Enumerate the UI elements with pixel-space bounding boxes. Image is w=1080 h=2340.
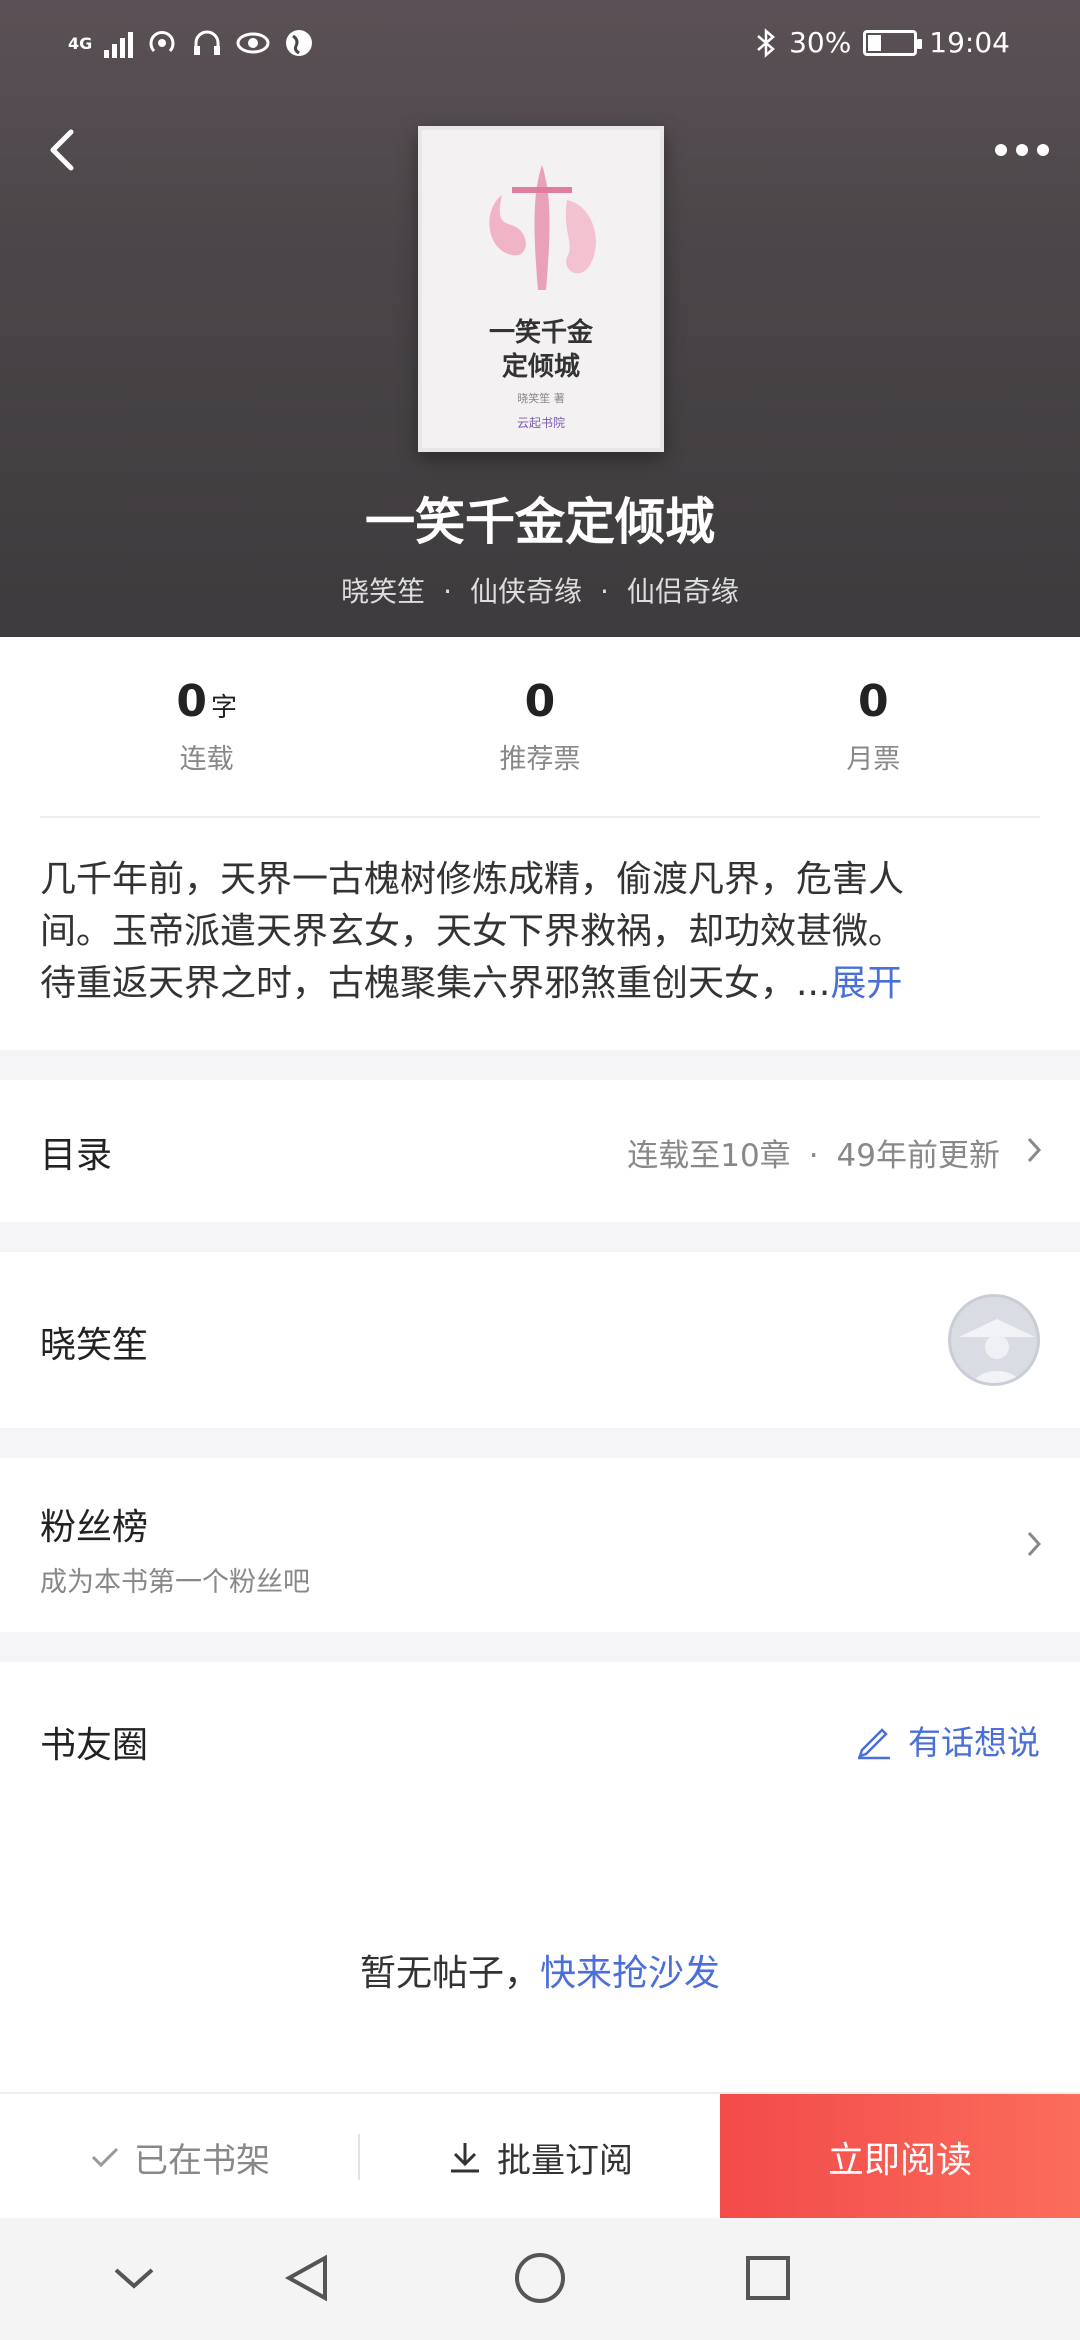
in-shelf-button[interactable]: 已在书架: [0, 2094, 360, 2220]
stat-words: 0字 连载: [176, 676, 237, 775]
cover-author: 晓笑笙 著: [517, 392, 565, 405]
cover-publisher: 云起书院: [516, 416, 565, 430]
book-cover[interactable]: 一笑千金 定倾城 晓笑笙 著 云起书院: [418, 126, 664, 452]
read-now-button[interactable]: 立即阅读: [720, 2094, 1080, 2220]
book-circle-section: 书友圈 有话想说 暂无帖子，快来抢沙发: [0, 1662, 1080, 2092]
author-row[interactable]: 晓笑笙: [0, 1252, 1080, 1428]
hotspot-icon: [149, 31, 175, 53]
network-label: 4G: [68, 33, 93, 53]
book-description: 几千年前，天界一古槐树修炼成精，偷渡凡界，危害人 间。玉帝派遣天界玄女，天女下界…: [40, 859, 905, 1004]
avatar-icon: [959, 1319, 1035, 1383]
square-recents-icon: [746, 2256, 790, 2300]
nav-hide-button[interactable]: [104, 2248, 164, 2308]
system-nav-bar: [0, 2218, 1080, 2340]
nav-back-button[interactable]: [278, 2248, 338, 2308]
status-bar: 4G 30% 19:04: [0, 0, 1080, 90]
catalog-title: 目录: [40, 1135, 113, 1176]
back-icon: [50, 129, 74, 171]
bottom-action-bar: 已在书架 批量订阅 立即阅读: [0, 2092, 1080, 2220]
section-gap: [0, 1632, 1080, 1662]
circle-home-icon: [515, 2253, 565, 2303]
stat-monthly[interactable]: 0 月票: [707, 676, 1040, 816]
batch-subscribe-button[interactable]: 批量订阅: [360, 2094, 720, 2220]
cover-title: 一笑千金 定倾城: [488, 318, 593, 382]
section-gap: [0, 1222, 1080, 1252]
book-meta: 晓笑笙 · 仙侠奇缘 · 仙侣奇缘: [341, 575, 739, 608]
cover-art: [489, 165, 596, 290]
stat-recommend[interactable]: 0 推荐票: [373, 676, 706, 816]
triangle-back-icon: [284, 2254, 327, 2302]
signal-icon: [104, 28, 134, 58]
post-button[interactable]: 有话想说: [854, 1716, 1040, 1764]
circle-title: 书友圈: [40, 1725, 149, 1766]
section-gap: [0, 1428, 1080, 1458]
bluetooth-icon: [757, 27, 775, 58]
divider: [40, 816, 1040, 818]
fans-subtitle: 成为本书第一个粉丝吧: [40, 1567, 310, 1598]
expand-link[interactable]: 展开: [830, 963, 902, 1004]
sofa-link[interactable]: 快来抢沙发: [540, 1953, 720, 1994]
catalog-status: 连载至10章 · 49年前更新: [627, 1138, 1000, 1174]
headphones-icon: [194, 30, 221, 55]
check-icon: [91, 2147, 119, 2168]
chevron-down-icon: [114, 2268, 154, 2289]
globe-icon: [286, 30, 313, 56]
book-header: 4G 30% 19:04 一笑千金 定倾城 晓笑笙 著 云起书院 一笑千金定倾城…: [0, 0, 1080, 637]
back-button[interactable]: [32, 120, 92, 180]
eye-icon: [236, 32, 270, 54]
book-title: 一笑千金定倾城: [365, 492, 715, 551]
battery-icon: [863, 29, 923, 56]
fans-title: 粉丝榜: [40, 1507, 149, 1548]
nav-recents-button[interactable]: [738, 2248, 798, 2308]
pen-icon: [858, 1728, 890, 1760]
nav-home-button[interactable]: [510, 2248, 570, 2308]
chevron-right-icon: [1027, 1137, 1042, 1163]
book-category[interactable]: 仙侠奇缘: [470, 575, 582, 608]
battery-percent: 30%: [789, 26, 852, 59]
book-author[interactable]: 晓笑笙: [341, 575, 425, 608]
author-name: 晓笑笙: [40, 1325, 149, 1366]
more-icon: [995, 144, 1049, 156]
author-avatar[interactable]: [948, 1294, 1040, 1386]
empty-posts: 暂无帖子，快来抢沙发: [359, 1953, 721, 1994]
catalog-row[interactable]: 目录 连载至10章 · 49年前更新: [0, 1080, 1080, 1222]
clock: 19:04: [929, 26, 1010, 59]
fans-row[interactable]: 粉丝榜 成为本书第一个粉丝吧: [0, 1458, 1080, 1632]
section-gap: [0, 1050, 1080, 1080]
book-subcategory[interactable]: 仙侣奇缘: [627, 575, 739, 608]
chevron-right-icon: [1027, 1531, 1042, 1557]
more-button[interactable]: [992, 120, 1052, 180]
download-icon: [451, 2143, 479, 2173]
stats-row: 0字 连载 0 推荐票 0 月票: [40, 676, 1040, 816]
